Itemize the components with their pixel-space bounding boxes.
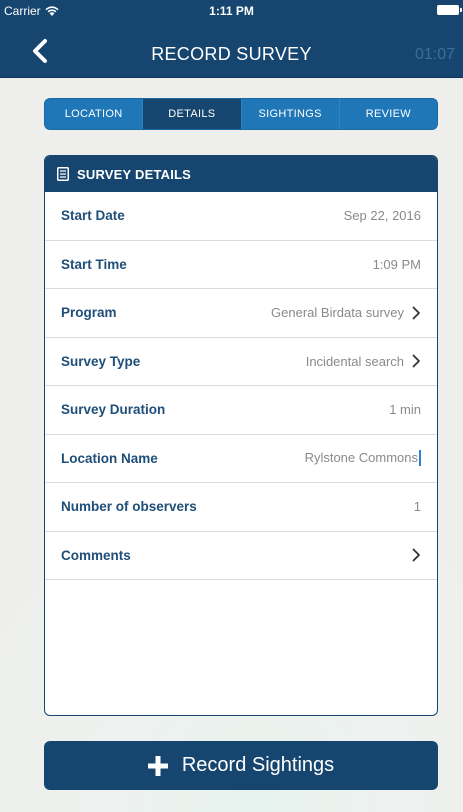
- row-start-date[interactable]: Start Date Sep 22, 2016: [45, 192, 437, 241]
- plus-icon: [147, 755, 168, 776]
- row-comments[interactable]: Comments: [45, 532, 437, 580]
- survey-type-value: Incidental search: [305, 353, 404, 369]
- row-label: Survey Type: [61, 353, 141, 369]
- page-title: RECORD SURVEY: [151, 44, 312, 64]
- row-number-of-observers[interactable]: Number of observers 1: [45, 483, 437, 532]
- row-survey-type[interactable]: Survey Type Incidental search: [45, 338, 437, 386]
- chevron-right-icon: [412, 548, 420, 562]
- text-cursor: [419, 450, 421, 467]
- row-label: Start Date: [61, 208, 125, 224]
- app-header: Carrier 1:11 PM RECORD SURVEY 01:07: [0, 0, 463, 78]
- row-label: Program: [61, 305, 117, 321]
- row-survey-duration[interactable]: Survey Duration 1 min: [45, 386, 437, 435]
- tab-details[interactable]: DETAILS: [143, 99, 242, 129]
- status-bar: Carrier 1:11 PM: [0, 0, 463, 22]
- row-label: Number of observers: [61, 499, 197, 515]
- nav-bar: RECORD SURVEY 01:07: [0, 22, 463, 78]
- start-time-value: 1:09 PM: [372, 256, 421, 272]
- tab-review[interactable]: REVIEW: [340, 99, 437, 129]
- card-header: SURVEY DETAILS: [45, 156, 437, 192]
- survey-duration-value: 1 min: [389, 402, 421, 418]
- tab-location[interactable]: LOCATION: [45, 99, 144, 129]
- record-sightings-button[interactable]: Record Sightings: [44, 741, 438, 790]
- observers-value: 1: [413, 499, 421, 515]
- row-label: Comments: [61, 547, 131, 563]
- chevron-right-icon: [412, 306, 420, 320]
- row-label: Survey Duration: [61, 402, 166, 418]
- tab-sightings[interactable]: SIGHTINGS: [242, 99, 340, 129]
- record-sightings-label: Record Sightings: [181, 754, 335, 776]
- card-title: SURVEY DETAILS: [77, 166, 192, 182]
- location-name-value: Rylstone Commons: [304, 450, 418, 466]
- row-program[interactable]: Program General Birdata survey: [45, 289, 437, 338]
- location-name-input[interactable]: Rylstone Commons: [305, 449, 421, 467]
- program-value: General Birdata survey: [271, 305, 404, 321]
- survey-details-card: SURVEY DETAILS Start Date Sep 22, 2016 S…: [44, 155, 438, 716]
- document-icon: [57, 167, 69, 181]
- chevron-right-icon: [412, 354, 420, 368]
- row-label: Start Time: [61, 256, 127, 272]
- row-label: Location Name: [61, 450, 158, 466]
- survey-tabs: LOCATION DETAILS SIGHTINGS REVIEW: [44, 98, 438, 130]
- row-start-time[interactable]: Start Time 1:09 PM: [45, 241, 437, 289]
- status-time: 1:11 PM: [209, 4, 254, 18]
- row-location-name[interactable]: Location Name Rylstone Commons: [45, 435, 437, 483]
- survey-timer: 01:07: [414, 46, 455, 63]
- start-date-value: Sep 22, 2016: [343, 208, 421, 224]
- battery-icon: [437, 5, 462, 15]
